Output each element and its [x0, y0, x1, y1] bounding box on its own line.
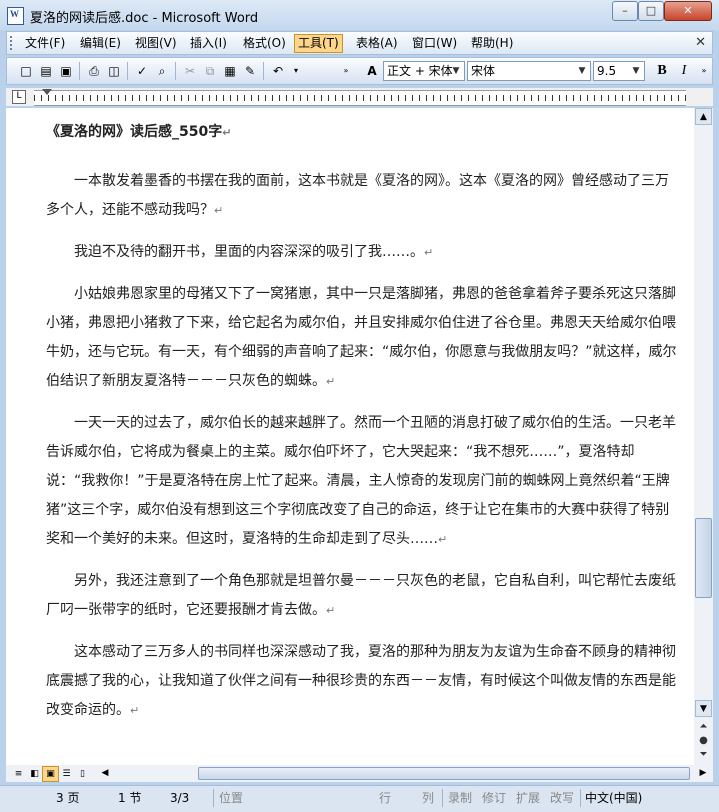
outline-view-icon[interactable]: ☰ [58, 766, 75, 782]
ruler-ticks [34, 95, 686, 101]
chevron-down-icon[interactable]: ▼ [629, 63, 643, 79]
menu-tools[interactable]: 工具(T) [294, 34, 343, 53]
menu-table[interactable]: 表格(A) [353, 35, 401, 52]
maximize-button[interactable]: □ [638, 1, 664, 21]
word-window: W 夏洛的网读后感.doc - Microsoft Word – □ ✕ 文件(… [0, 0, 719, 812]
style-combo[interactable]: 正文 + 宋体 ▼ [383, 61, 465, 81]
close-button[interactable]: ✕ [664, 1, 712, 21]
font-size-value: 9.5 [597, 64, 617, 78]
horizontal-ruler[interactable] [34, 89, 686, 106]
toolbar-separator [263, 62, 264, 80]
word-app-icon[interactable]: W [7, 7, 24, 25]
minimize-button[interactable]: – [612, 1, 638, 21]
save-icon[interactable]: ▣ [57, 62, 75, 80]
toolbar-overflow-icon[interactable]: » [337, 62, 355, 80]
menu-edit[interactable]: 编辑(E) [77, 35, 124, 52]
document-page[interactable]: 《夏洛的网》读后感_550字↵ 一本散发着墨香的书摆在我的面前，这本书就是《夏洛… [46, 120, 682, 738]
ruler-row: L [6, 88, 713, 106]
status-separator [213, 789, 214, 807]
copy-icon[interactable]: ⧉ [201, 62, 219, 80]
status-position: 位置 [219, 791, 244, 805]
scroll-down-icon[interactable]: ▼ [695, 700, 712, 717]
normal-view-icon[interactable]: ≡ [10, 766, 27, 782]
status-page: 3 页 [56, 791, 80, 805]
font-size-combo[interactable]: 9.5 ▼ [593, 61, 645, 81]
close-document-icon[interactable]: ✕ [695, 35, 706, 50]
paste-icon[interactable]: ▦ [221, 62, 239, 80]
toolbar: □ ▤ ▣ ⎙ ◫ ✓ ⌕ ✂ ⧉ ▦ ✎ ↶ ▾ » A 正文 + 宋体 ▼ … [6, 57, 713, 85]
document-paragraph: 一本散发着墨香的书摆在我的面前，这本书就是《夏洛的网》。这本《夏洛的网》曾经感动… [46, 173, 669, 218]
document-heading: 《夏洛的网》读后感_550字↵ [46, 124, 232, 140]
select-browse-object-icon[interactable]: ● [696, 734, 711, 748]
research-icon[interactable]: ⌕ [153, 62, 171, 80]
menu-view[interactable]: 视图(V) [132, 35, 180, 52]
status-track-changes[interactable]: 修订 [482, 789, 506, 807]
reading-layout-view-icon[interactable]: ▯ [74, 766, 91, 782]
status-section: 1 节 [118, 791, 142, 805]
toolbar-separator [79, 62, 80, 80]
spelling-icon[interactable]: ✓ [133, 62, 151, 80]
italic-button[interactable]: I [675, 62, 693, 80]
chevron-down-icon[interactable]: ▼ [449, 63, 463, 79]
web-layout-view-icon[interactable]: ◧ [26, 766, 43, 782]
status-column: 列 [422, 791, 435, 805]
print-icon[interactable]: ⎙ [85, 62, 103, 80]
document-area[interactable]: 《夏洛的网》读后感_550字↵ 一本散发着墨香的书摆在我的面前，这本书就是《夏洛… [6, 108, 694, 765]
status-record[interactable]: 录制 [448, 789, 472, 807]
status-separator [442, 789, 443, 807]
menu-help[interactable]: 帮助(H) [468, 35, 516, 52]
horizontal-scroll-thumb[interactable] [198, 767, 690, 780]
undo-dropdown-icon[interactable]: ▾ [287, 62, 305, 80]
scroll-up-icon[interactable]: ▲ [695, 108, 712, 125]
title-bar: W 夏洛的网读后感.doc - Microsoft Word – □ ✕ [0, 0, 719, 30]
menu-insert[interactable]: 插入(I) [187, 35, 230, 52]
scroll-right-icon[interactable]: ▶ [696, 766, 710, 780]
status-page-of: 3/3 [170, 791, 190, 805]
next-page-icon[interactable]: ⏷ [696, 748, 711, 762]
menu-file[interactable]: 文件(F) [22, 35, 68, 52]
status-overtype[interactable]: 改写 [550, 789, 574, 807]
status-line: 行 [379, 791, 392, 805]
new-document-icon[interactable]: □ [17, 62, 35, 80]
document-paragraph: 这本感动了三万多人的书同样也深深感动了我，夏洛的那种为朋友为友谊为生命奋不顾身的… [46, 644, 676, 718]
vertical-scrollbar[interactable]: ▲ ▼ ⏶ ● ⏷ [694, 108, 713, 765]
document-paragraph: 我迫不及待的翻开书，里面的内容深深的吸引了我……。↵ [74, 244, 434, 260]
toolbar-separator [175, 62, 176, 80]
previous-page-icon[interactable]: ⏶ [696, 720, 711, 734]
print-layout-view-icon[interactable]: ▣ [42, 766, 59, 782]
status-language[interactable]: 中文(中国) [585, 789, 642, 807]
document-paragraph: 一天一天的过去了，威尔伯长的越来越胖了。然而一个丑陋的消息打破了威尔伯的生活。一… [46, 415, 676, 547]
indent-marker-icon[interactable] [42, 89, 52, 95]
status-extend[interactable]: 扩展 [516, 789, 540, 807]
status-separator [580, 789, 581, 807]
menu-format[interactable]: 格式(O) [240, 35, 289, 52]
menubar-grip-icon[interactable] [10, 36, 15, 50]
vertical-scroll-thumb[interactable] [695, 518, 712, 598]
toolbar-separator [127, 62, 128, 80]
toolbar-overflow-icon[interactable]: » [695, 62, 713, 80]
print-preview-icon[interactable]: ◫ [105, 62, 123, 80]
window-title: 夏洛的网读后感.doc - Microsoft Word [30, 11, 259, 26]
tab-selector-icon[interactable]: L [12, 90, 26, 104]
font-combo-value: 宋体 [471, 64, 496, 78]
format-painter-icon[interactable]: ✎ [241, 62, 259, 80]
styles-pane-icon[interactable]: A [363, 62, 381, 80]
menu-window[interactable]: 窗口(W) [409, 35, 460, 52]
open-folder-icon[interactable]: ▤ [37, 62, 55, 80]
chevron-down-icon[interactable]: ▼ [575, 63, 589, 79]
font-combo[interactable]: 宋体 ▼ [467, 61, 591, 81]
document-paragraph: 小姑娘弗恩家里的母猪又下了一窝猪崽，其中一只是落脚猪，弗恩的爸爸拿着斧子要杀死这… [46, 286, 677, 389]
style-combo-value: 正文 + 宋体 [387, 64, 453, 78]
scroll-left-icon[interactable]: ◀ [98, 766, 112, 780]
cut-icon[interactable]: ✂ [181, 62, 199, 80]
horizontal-scroll-row: ≡ ◧ ▣ ☰ ▯ ◀ ▶ [6, 765, 713, 782]
status-bar: 3 页 1 节 3/3 位置 行 列 录制 修订 扩展 改写 中文(中国) [0, 785, 719, 812]
menu-bar: 文件(F) 编辑(E) 视图(V) 插入(I) 格式(O) 工具(T) 表格(A… [6, 31, 713, 55]
document-paragraph: 另外，我还注意到了一个角色那就是坦普尔曼－－－只灰色的老鼠，它自私自利，叫它帮忙… [46, 573, 676, 618]
undo-icon[interactable]: ↶ [269, 62, 287, 80]
bold-button[interactable]: B [653, 62, 671, 80]
